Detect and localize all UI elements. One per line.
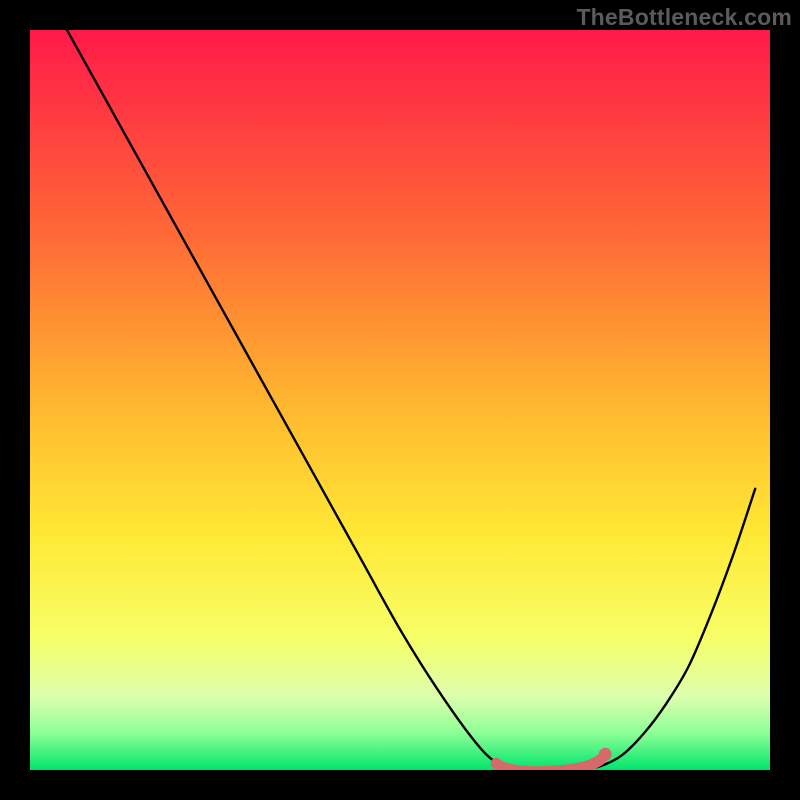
chart-svg (30, 30, 770, 770)
optimal-zone-end-dot (599, 748, 612, 761)
watermark-text: TheBottleneck.com (576, 4, 792, 31)
gradient-background (30, 30, 770, 770)
chart-frame (30, 30, 770, 770)
